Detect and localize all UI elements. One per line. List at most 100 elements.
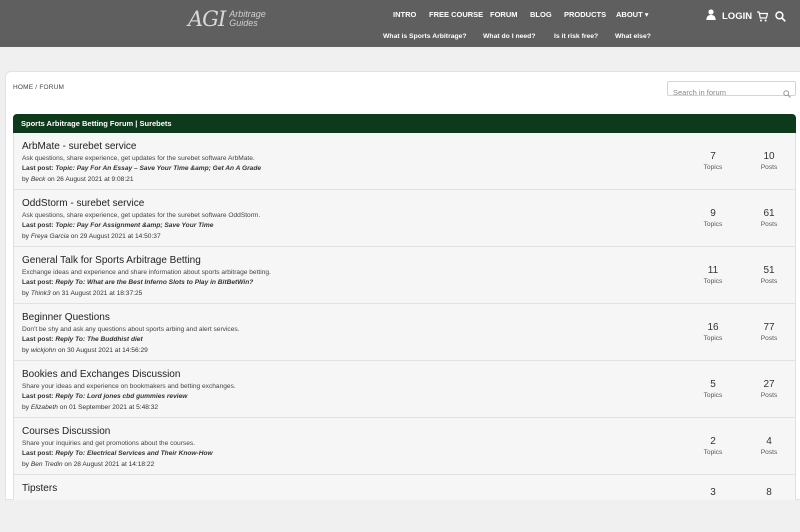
subnav-is-it-risk-free[interactable]: Is it risk free?	[554, 33, 598, 40]
on-label: on	[52, 290, 60, 297]
forum-last-post-meta: by Beck on 26 August 2021 at 9:08:21	[22, 176, 134, 183]
forum-row: OddStorm - surebet service Ask questions…	[14, 190, 795, 247]
last-post-date: 28 August 2021 at 14:18:22	[73, 461, 155, 468]
forum-last-post-meta: by Ben Tredin on 28 August 2021 at 14:18…	[22, 461, 154, 468]
posts-count: 8	[766, 487, 772, 498]
posts-stat: 77 Posts	[754, 322, 784, 342]
on-label: on	[64, 461, 72, 468]
last-post-date: 29 August 2021 at 14:50:37	[79, 233, 161, 240]
nav-free-course[interactable]: FREE COURSE	[429, 10, 483, 19]
user-icon	[706, 9, 716, 23]
topics-label: Topics	[703, 164, 723, 171]
posts-count: 10	[763, 151, 775, 162]
cart-icon[interactable]	[757, 9, 769, 27]
forum-list: ArbMate - surebet service Ask questions,…	[13, 133, 796, 500]
last-post-link[interactable]: Topic: Pay For An Essay – Save Your Time…	[55, 165, 261, 172]
topics-count: 2	[710, 436, 716, 447]
topics-stat: 5 Topics	[698, 379, 728, 399]
by-label: by	[22, 176, 29, 183]
topics-count: 3	[710, 487, 716, 498]
forum-description: Share your ideas and experience on bookm…	[22, 383, 236, 390]
forum-row: Courses Discussion Share your inquiries …	[14, 418, 795, 475]
on-label: on	[57, 347, 66, 354]
last-post-link[interactable]: Reply To: What are the Best Inferno Slot…	[55, 279, 253, 286]
last-post-date: 01 September 2021 at 5:48:32	[68, 404, 159, 411]
posts-label: Posts	[760, 335, 778, 342]
last-post-label: Last post:	[22, 165, 54, 172]
last-post-author[interactable]: Freya Garcia	[31, 233, 69, 240]
by-label: by	[22, 290, 29, 297]
last-post-link[interactable]: Reply To: Lord jones cbd gummies review	[55, 393, 187, 400]
subnav-what-else[interactable]: What else?	[615, 33, 651, 40]
breadcrumb[interactable]: HOME / FORUM	[13, 84, 64, 91]
last-post-label: Last post:	[22, 336, 54, 343]
forum-row: Bookies and Exchanges Discussion Share y…	[14, 361, 795, 418]
forum-title[interactable]: Tipsters	[22, 483, 57, 494]
topics-label: Topics	[703, 278, 723, 285]
forum-title[interactable]: OddStorm - surebet service	[22, 198, 144, 209]
topics-label: Topics	[703, 221, 723, 228]
forum-title[interactable]: Beginner Questions	[22, 312, 110, 323]
nav-products[interactable]: PRODUCTS	[564, 10, 606, 19]
forum-row: ArbMate - surebet service Ask questions,…	[14, 133, 795, 190]
forum-last-post-meta: by Think3 on 31 August 2021 at 18:37:25	[22, 290, 142, 297]
forum-search-input[interactable]	[668, 86, 778, 99]
forum-description: Ask questions, share experience, get upd…	[22, 212, 261, 219]
posts-count: 51	[763, 265, 775, 276]
last-post-author[interactable]: Ben Tredin	[31, 461, 63, 468]
forum-last-post: Last post: Topic: Pay For An Essay – Sav…	[22, 165, 261, 172]
topics-count: 16	[707, 322, 719, 333]
login-button[interactable]: LOGIN	[706, 9, 752, 23]
forum-title[interactable]: Bookies and Exchanges Discussion	[22, 369, 180, 380]
last-post-author[interactable]: Think3	[31, 290, 51, 297]
forum-description: Share your inquiries and get promotions …	[22, 440, 196, 447]
last-post-date: 30 August 2021 at 14:56:29	[67, 347, 148, 354]
topics-stat: 7 Topics	[698, 151, 728, 171]
posts-count: 4	[766, 436, 772, 447]
nav-blog[interactable]: BLOG	[530, 10, 552, 19]
last-post-link[interactable]: Reply To: The Buddhist diet	[55, 336, 142, 343]
posts-count: 27	[763, 379, 775, 390]
top-navigation-bar: AGI Arbitrage Guides INTRO FREE COURSE F…	[0, 0, 800, 47]
last-post-author[interactable]: wickjohn	[31, 347, 56, 354]
last-post-author[interactable]: Elizabeth	[31, 404, 58, 411]
forum-last-post-meta: by Freya Garcia on 29 August 2021 at 14:…	[22, 233, 161, 240]
subnav-what-do-i-need[interactable]: What do I need?	[483, 33, 535, 40]
topics-label: Topics	[703, 449, 723, 456]
topics-stat: 2 Topics	[698, 436, 728, 456]
last-post-link[interactable]: Topic: Pay For Assignment &amp; Save You…	[55, 222, 213, 229]
search-icon[interactable]	[775, 9, 786, 27]
forum-row: General Talk for Sports Arbitrage Bettin…	[14, 247, 795, 304]
posts-stat: 10 Posts	[754, 151, 784, 171]
forum-title[interactable]: General Talk for Sports Arbitrage Bettin…	[22, 255, 201, 266]
login-label: LOGIN	[722, 10, 753, 22]
search-icon[interactable]	[783, 85, 791, 103]
forum-header: Sports Arbitrage Betting Forum | Surebet…	[13, 114, 796, 133]
posts-count: 77	[763, 322, 775, 333]
forum-description: Don't be shy and ask any questions about…	[22, 326, 240, 333]
forum-description: Ask questions, share experience, get upd…	[22, 155, 255, 162]
topics-count: 11	[707, 265, 719, 276]
posts-stat: 8	[754, 487, 784, 498]
forum-title[interactable]: ArbMate - surebet service	[22, 141, 137, 152]
forum-title[interactable]: Courses Discussion	[22, 426, 110, 437]
last-post-label: Last post:	[22, 222, 54, 229]
topics-count: 7	[710, 151, 716, 162]
nav-intro[interactable]: INTRO	[393, 10, 416, 19]
secondary-nav: What is Sports Arbitrage? What do I need…	[0, 33, 800, 45]
on-label: on	[59, 404, 68, 411]
last-post-label: Last post:	[22, 450, 54, 457]
topics-label: Topics	[703, 392, 723, 399]
last-post-link[interactable]: Reply To: Electrical Services and Their …	[55, 450, 212, 457]
posts-label: Posts	[760, 278, 778, 285]
nav-forum[interactable]: FORUM	[490, 10, 518, 19]
topics-stat: 11 Topics	[698, 265, 728, 285]
last-post-author[interactable]: Beck	[31, 176, 46, 183]
topics-count: 5	[710, 379, 716, 390]
posts-label: Posts	[760, 164, 778, 171]
topics-stat: 9 Topics	[698, 208, 728, 228]
forum-last-post: Last post: Topic: Pay For Assignment &am…	[22, 222, 213, 229]
nav-about[interactable]: ABOUT ▾	[616, 10, 649, 19]
posts-stat: 61 Posts	[754, 208, 784, 228]
subnav-what-is-sports-arbitrage[interactable]: What is Sports Arbitrage?	[383, 33, 467, 40]
